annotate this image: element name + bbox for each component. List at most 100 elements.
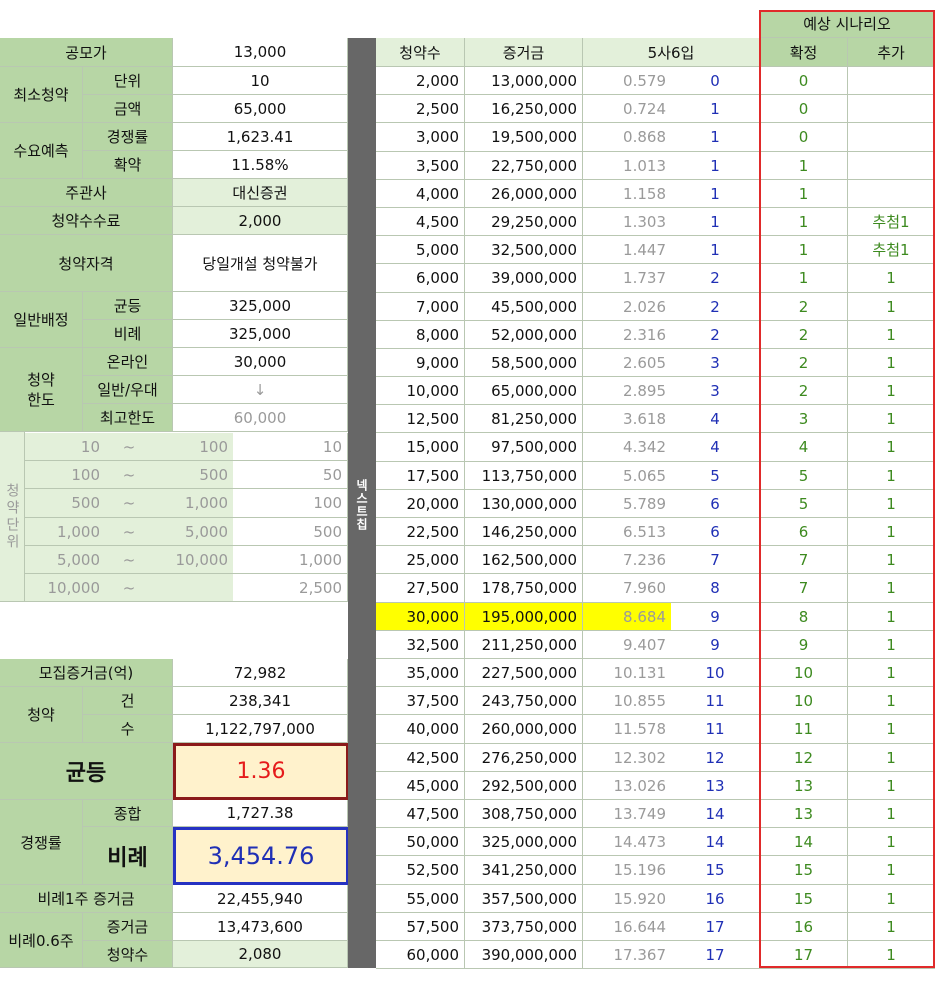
row-rounded: 0 xyxy=(671,67,760,95)
row-confirm: 2 xyxy=(760,377,848,405)
ratio-label: 경쟁률 xyxy=(0,800,83,885)
max-label: 최고한도 xyxy=(83,404,173,432)
row-sub: 45,000 xyxy=(376,772,465,800)
row-sub: 30,000 xyxy=(376,603,465,631)
manager-value: 대신증권 xyxy=(173,179,348,207)
row-confirm: 2 xyxy=(760,321,848,349)
row-extra: 추첨1 xyxy=(848,208,935,236)
unit-range-from: 100 xyxy=(25,461,105,489)
unit-range-step: 2,500 xyxy=(233,574,348,602)
unit-range-from: 5,000 xyxy=(25,546,105,574)
row-sub: 7,000 xyxy=(376,293,465,321)
row-extra: 1 xyxy=(848,293,935,321)
row-rounded: 11 xyxy=(671,687,760,715)
unit-range-step: 10 xyxy=(233,433,348,461)
units-side-label: 청약단위 xyxy=(0,432,25,602)
unit-range-to: 1,000 xyxy=(153,489,233,518)
row-rounded: 7 xyxy=(671,546,760,574)
row-deposit: 308,750,000 xyxy=(465,800,583,828)
row-confirm: 14 xyxy=(760,828,848,856)
row-confirm: 1 xyxy=(760,264,848,293)
prop1-value: 22,455,940 xyxy=(173,885,348,913)
row-sub: 37,500 xyxy=(376,687,465,715)
row-deposit: 325,000,000 xyxy=(465,828,583,856)
row-extra: 1 xyxy=(848,687,935,715)
row-sub: 3,500 xyxy=(376,152,465,180)
row-deposit: 45,500,000 xyxy=(465,293,583,321)
row-deposit: 13,000,000 xyxy=(465,67,583,95)
row-confirm: 17 xyxy=(760,941,848,969)
unit-range-tilde: ~ xyxy=(105,461,153,489)
row-ratio: 6.513 xyxy=(583,518,671,546)
row-ratio: 15.920 xyxy=(583,885,671,913)
unit-range-tilde: ~ xyxy=(105,489,153,518)
row-sub: 55,000 xyxy=(376,885,465,913)
row-sub: 8,000 xyxy=(376,321,465,349)
row-deposit: 195,000,000 xyxy=(465,603,583,631)
row-deposit: 390,000,000 xyxy=(465,941,583,969)
separator-label: 넥스트칩 xyxy=(354,479,369,531)
row-rounded: 1 xyxy=(671,152,760,180)
row-ratio: 0.868 xyxy=(583,123,671,152)
row-extra: 1 xyxy=(848,913,935,941)
row-extra: 1 xyxy=(848,321,935,349)
row-extra: 1 xyxy=(848,574,935,603)
row-sub: 4,500 xyxy=(376,208,465,236)
row-extra: 1 xyxy=(848,659,935,687)
unit-range-tilde: ~ xyxy=(105,574,153,602)
row-deposit: 341,250,000 xyxy=(465,856,583,885)
row-rounded: 14 xyxy=(671,828,760,856)
row-extra xyxy=(848,67,935,95)
max-value: 60,000 xyxy=(173,404,348,432)
row-deposit: 81,250,000 xyxy=(465,405,583,433)
unit-range-to: 5,000 xyxy=(153,518,233,546)
shares-value: 1,122,797,000 xyxy=(173,715,348,743)
row-confirm: 0 xyxy=(760,123,848,152)
row-deposit: 58,500,000 xyxy=(465,349,583,377)
row-rounded: 2 xyxy=(671,293,760,321)
equal-big-value: 1.36 xyxy=(173,743,349,800)
row-confirm: 7 xyxy=(760,574,848,603)
unit-range-tilde: ~ xyxy=(105,518,153,546)
row-confirm: 15 xyxy=(760,856,848,885)
prop-value: 325,000 xyxy=(173,320,348,348)
row-rounded: 17 xyxy=(671,941,760,969)
row-ratio: 0.579 xyxy=(583,67,671,95)
row-sub: 5,000 xyxy=(376,236,465,264)
row-sub: 3,000 xyxy=(376,123,465,152)
row-sub: 60,000 xyxy=(376,941,465,969)
row-extra xyxy=(848,180,935,208)
ipo-price-label: 공모가 xyxy=(0,38,173,67)
row-ratio: 10.131 xyxy=(583,659,671,687)
row-ratio: 5.789 xyxy=(583,490,671,518)
row-ratio: 11.578 xyxy=(583,715,671,744)
row-rounded: 10 xyxy=(671,659,760,687)
row-deposit: 211,250,000 xyxy=(465,631,583,659)
row-deposit: 243,750,000 xyxy=(465,687,583,715)
row-ratio: 8.684 xyxy=(583,603,671,631)
general-alloc-label: 일반배정 xyxy=(0,292,83,348)
row-sub: 20,000 xyxy=(376,490,465,518)
row-deposit: 97,500,000 xyxy=(465,433,583,462)
row-ratio: 7.960 xyxy=(583,574,671,603)
unit-label: 단위 xyxy=(83,67,173,95)
row-ratio: 15.196 xyxy=(583,856,671,885)
row-ratio: 16.644 xyxy=(583,913,671,941)
row-sub: 52,500 xyxy=(376,856,465,885)
row-rounded: 12 xyxy=(671,744,760,772)
row-deposit: 373,750,000 xyxy=(465,913,583,941)
row-deposit: 260,000,000 xyxy=(465,715,583,744)
unit-range-from: 10 xyxy=(25,433,105,461)
row-extra: 1 xyxy=(848,349,935,377)
row-deposit: 19,500,000 xyxy=(465,123,583,152)
row-confirm: 16 xyxy=(760,913,848,941)
row-deposit: 52,000,000 xyxy=(465,321,583,349)
count-value: 238,341 xyxy=(173,687,348,715)
row-sub: 10,000 xyxy=(376,377,465,405)
row-confirm: 12 xyxy=(760,744,848,772)
row-rounded: 6 xyxy=(671,490,760,518)
subcount-label: 청약수 xyxy=(83,941,173,968)
row-ratio: 17.367 xyxy=(583,941,671,969)
row-extra: 1 xyxy=(848,264,935,293)
row-sub: 50,000 xyxy=(376,828,465,856)
